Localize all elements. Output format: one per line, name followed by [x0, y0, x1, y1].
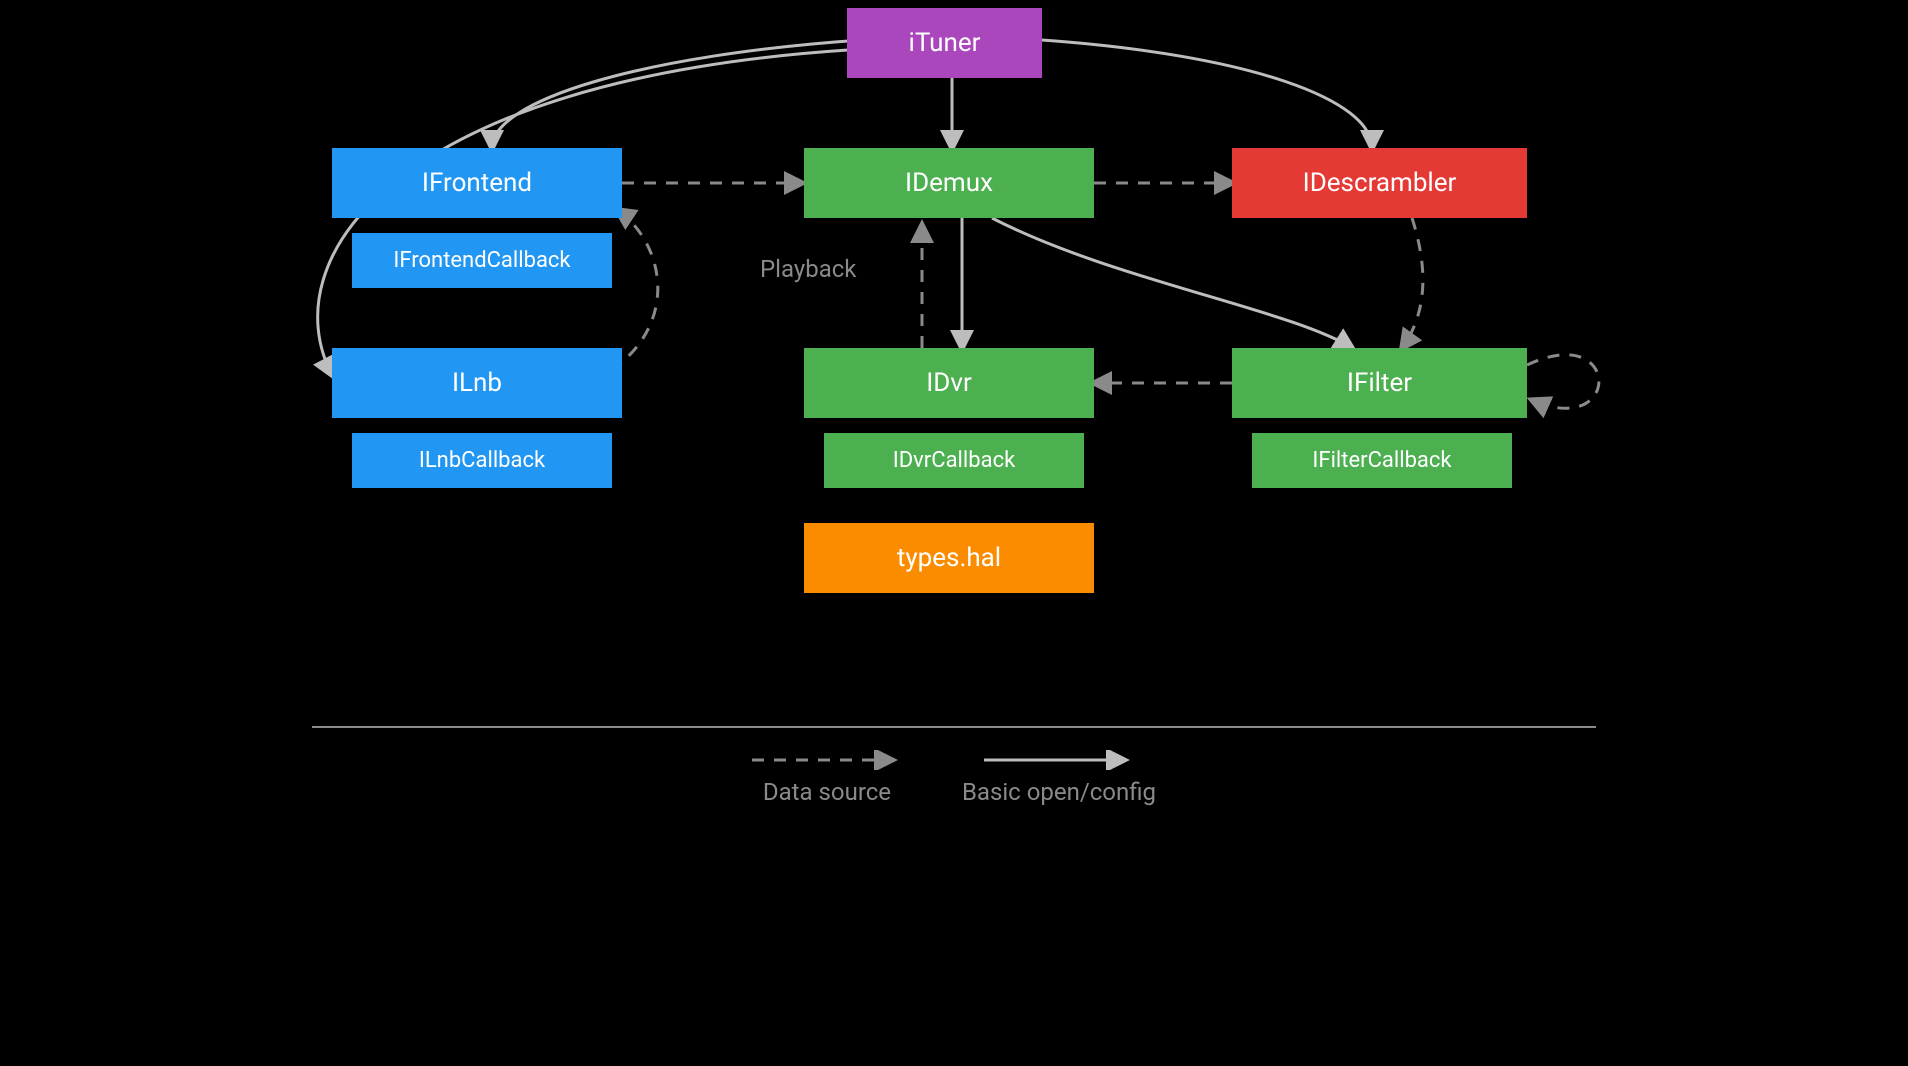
node-idvrcallback: IDvrCallback	[824, 433, 1084, 488]
node-idescrambler: IDescrambler	[1232, 148, 1527, 218]
legend-datasource: Data source	[752, 750, 902, 806]
dash-idescrambler-ifilter	[1402, 218, 1423, 348]
legend-solid-swatch	[984, 750, 1134, 770]
node-ifilter: IFilter	[1232, 348, 1527, 418]
node-label: IDvr	[926, 368, 972, 398]
node-ilnbcallback: ILnbCallback	[352, 433, 612, 488]
node-label: IFrontend	[422, 168, 532, 198]
node-idvr: IDvr	[804, 348, 1094, 418]
diagram-canvas: iTuner IFrontend IFrontendCallback ILnb …	[192, 0, 1716, 853]
node-label: IFrontendCallback	[393, 248, 570, 273]
node-ifrontendcallback: IFrontendCallback	[352, 233, 612, 288]
legend-basic: Basic open/config	[962, 750, 1156, 806]
arrow-ituner-idescrambler	[1042, 40, 1372, 148]
node-label: types.hal	[897, 543, 1001, 573]
node-ilnb: ILnb	[332, 348, 622, 418]
legend-dash-swatch	[752, 750, 902, 770]
node-ituner: iTuner	[847, 8, 1042, 78]
arrow-ituner-ifrontend	[492, 40, 862, 148]
node-label: IDemux	[905, 168, 993, 198]
legend-label: Basic open/config	[962, 778, 1156, 806]
node-ifrontend: IFrontend	[332, 148, 622, 218]
legend-divider	[312, 726, 1596, 728]
node-label: IDescrambler	[1303, 168, 1457, 198]
node-label: ILnb	[452, 368, 502, 398]
node-idemux: IDemux	[804, 148, 1094, 218]
arrow-idemux-ifilter	[992, 218, 1352, 348]
node-label: IFilter	[1347, 368, 1412, 398]
dash-ifilter-self	[1527, 355, 1599, 409]
dash-ilnb-ifrontend	[612, 210, 658, 370]
legend: Data source Basic open/config	[192, 750, 1716, 806]
edge-label-playback: Playback	[760, 255, 856, 283]
node-ifiltercallback: IFilterCallback	[1252, 433, 1512, 488]
legend-label: Data source	[763, 778, 891, 806]
node-label: IDvrCallback	[893, 448, 1016, 473]
node-label: ILnbCallback	[419, 448, 545, 473]
node-label: iTuner	[909, 28, 981, 58]
node-label: IFilterCallback	[1312, 448, 1451, 473]
node-typeshal: types.hal	[804, 523, 1094, 593]
